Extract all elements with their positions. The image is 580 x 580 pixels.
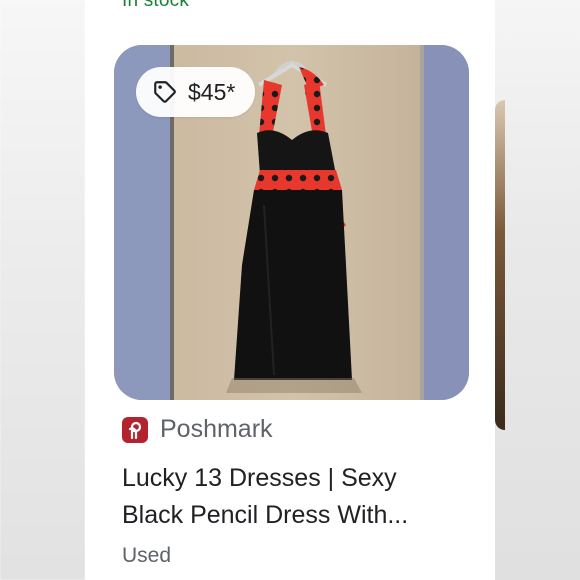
product-title[interactable]: Lucky 13 Dresses | Sexy Black Pencil Dre…: [122, 460, 462, 534]
price-chip: $45*: [136, 67, 256, 117]
next-card-blurred[interactable]: [495, 0, 580, 580]
merchant-row[interactable]: Poshmark: [122, 415, 273, 444]
product-title-line-1: Lucky 13 Dresses | Sexy: [122, 464, 397, 492]
condition-label: Used: [122, 544, 172, 567]
product-image[interactable]: $45*: [114, 45, 469, 400]
poshmark-logo-icon: [122, 416, 148, 443]
stock-status: In stock: [122, 0, 190, 11]
merchant-name: Poshmark: [160, 415, 273, 443]
product-card[interactable]: In stock $45* Poshmark Lucky 13 Dresses …: [85, 0, 495, 580]
tag-icon: [152, 79, 178, 105]
next-card-image-edge: [495, 100, 505, 430]
price-label: $45*: [188, 78, 236, 105]
product-title-line-2: Black Pencil Dress With...: [122, 501, 409, 529]
previous-card-blurred: [0, 0, 85, 580]
